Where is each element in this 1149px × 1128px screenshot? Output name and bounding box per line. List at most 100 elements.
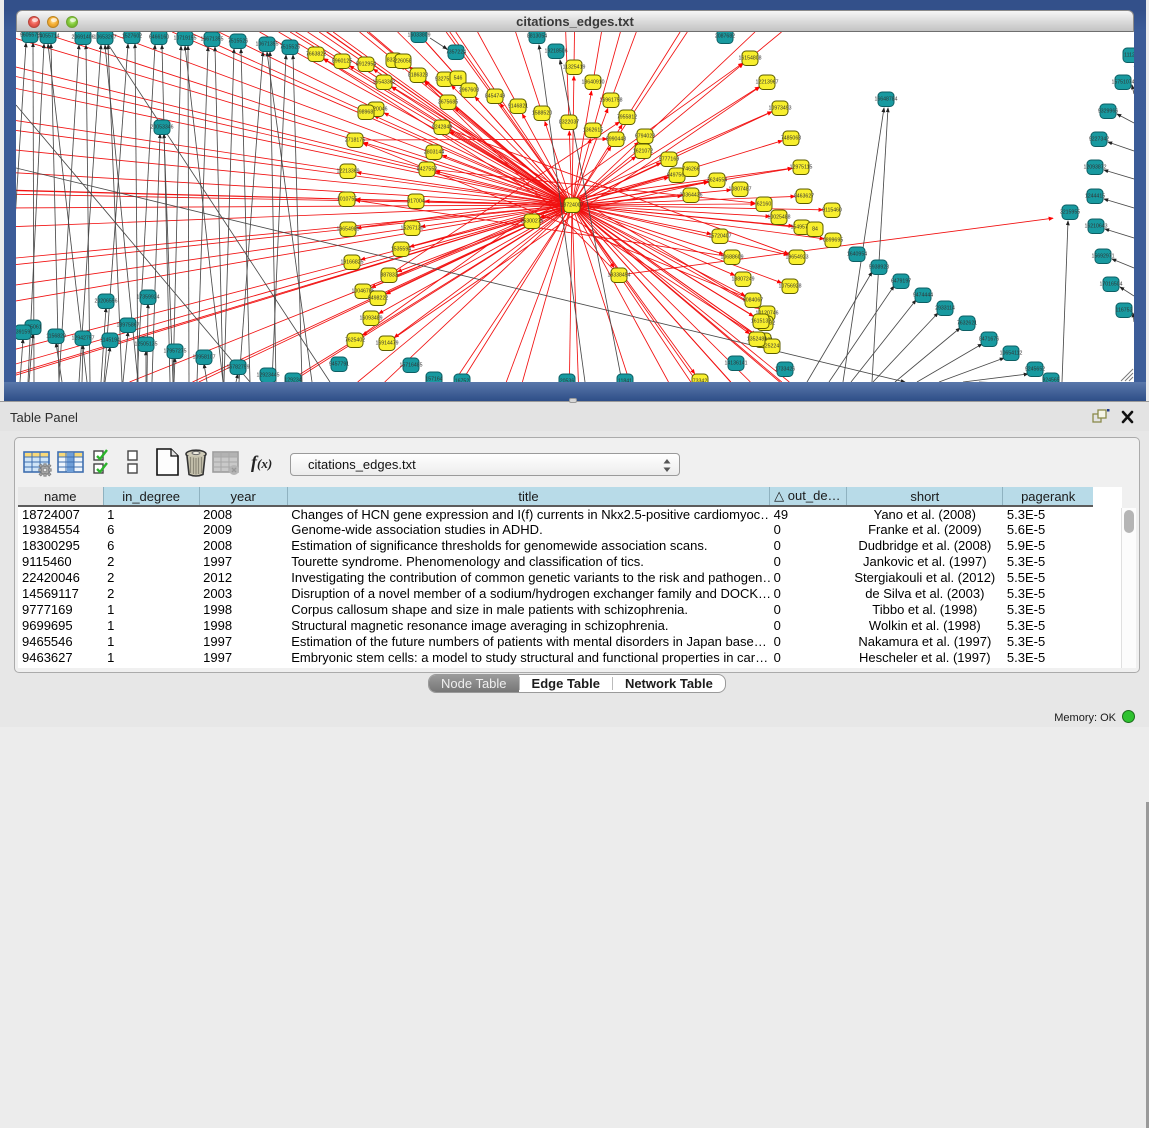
svg-text:39159: 39159 <box>16 330 30 336</box>
svg-text:62160: 62160 <box>757 202 772 208</box>
svg-text:25300275: 25300275 <box>520 219 543 225</box>
svg-text:2718176: 2718176 <box>345 138 365 144</box>
svg-text:18724007: 18724007 <box>560 203 583 209</box>
svg-text:9463627: 9463627 <box>794 194 814 200</box>
svg-text:16093489: 16093489 <box>359 316 382 322</box>
svg-text:11123: 11123 <box>1124 53 1134 59</box>
svg-text:1352481: 1352481 <box>747 337 767 343</box>
svg-text:1527602: 1527602 <box>122 34 142 40</box>
svg-text:10025488: 10025488 <box>767 215 790 221</box>
svg-text:16154808: 16154808 <box>738 56 761 62</box>
svg-text:8471676: 8471676 <box>979 337 999 343</box>
svg-text:1156829: 1156829 <box>46 334 66 340</box>
svg-text:3624554: 3624554 <box>707 178 727 184</box>
svg-text:10958107: 10958107 <box>192 355 215 361</box>
svg-text:9457791: 9457791 <box>329 362 349 368</box>
svg-text:226058: 226058 <box>394 59 411 65</box>
svg-text:7955812: 7955812 <box>617 115 637 121</box>
svg-text:0899695: 0899695 <box>823 238 843 244</box>
svg-text:1615132: 1615132 <box>751 319 771 325</box>
svg-text:15720407: 15720407 <box>708 234 731 240</box>
svg-text:7515526: 7515526 <box>228 39 248 45</box>
svg-text:5938923: 5938923 <box>869 265 889 271</box>
svg-text:12923445: 12923445 <box>256 373 279 379</box>
svg-text:8990448: 8990448 <box>606 137 626 143</box>
svg-text:16671355: 16671355 <box>200 37 223 43</box>
svg-text:10671355: 10671355 <box>255 42 278 48</box>
svg-text:19654923: 19654923 <box>785 255 808 261</box>
svg-text:1535594: 1535594 <box>391 247 411 253</box>
svg-text:16543362: 16543362 <box>372 80 395 86</box>
svg-text:12975115: 12975115 <box>790 165 813 171</box>
svg-text:7625402: 7625402 <box>345 338 365 344</box>
svg-text:10807487: 10807487 <box>728 187 751 193</box>
svg-text:10688609: 10688609 <box>720 255 743 261</box>
svg-text:2087682: 2087682 <box>715 34 735 40</box>
svg-text:7663822: 7663822 <box>306 52 326 58</box>
svg-text:18807249: 18807249 <box>731 277 754 283</box>
svg-text:924565: 924565 <box>1042 378 1059 383</box>
svg-text:1010755: 1010755 <box>337 197 357 203</box>
svg-text:16752: 16752 <box>455 379 470 383</box>
svg-text:20206556: 20206556 <box>94 299 117 305</box>
svg-text:9115460: 9115460 <box>822 208 842 214</box>
svg-text:73342: 73342 <box>693 379 708 383</box>
svg-text:8322037: 8322037 <box>559 120 579 126</box>
svg-text:9227342: 9227342 <box>1089 137 1109 143</box>
svg-text:10653267: 10653267 <box>93 35 116 41</box>
svg-text:116753: 116753 <box>1116 308 1133 314</box>
svg-text:8912954: 8912954 <box>356 62 376 68</box>
svg-text:8813054: 8813054 <box>527 34 547 40</box>
svg-text:129234: 129234 <box>284 378 301 383</box>
svg-text:7357224: 7357224 <box>446 50 466 56</box>
svg-text:84: 84 <box>812 227 818 233</box>
svg-text:1640954: 1640954 <box>847 252 867 258</box>
svg-text:14136141: 14136141 <box>724 361 747 367</box>
svg-text:19166825: 19166825 <box>340 260 363 266</box>
svg-text:817004: 817004 <box>407 199 424 205</box>
svg-text:1621072: 1621072 <box>633 149 653 155</box>
svg-text:19338454: 19338454 <box>607 273 630 279</box>
svg-text:887833: 887833 <box>380 273 397 279</box>
svg-text:9084067: 9084067 <box>743 298 763 304</box>
svg-text:15692971: 15692971 <box>1091 254 1114 260</box>
svg-text:17016504: 17016504 <box>1099 282 1122 288</box>
svg-text:17957275: 17957275 <box>163 349 186 355</box>
svg-text:8454749: 8454749 <box>485 94 505 100</box>
svg-text:1588520: 1588520 <box>532 111 552 117</box>
svg-text:12505135: 12505135 <box>134 342 157 348</box>
svg-text:9777169: 9777169 <box>659 157 679 163</box>
svg-text:8186323: 8186323 <box>408 73 428 79</box>
svg-text:11325419: 11325419 <box>563 65 586 71</box>
svg-text:10973493: 10973493 <box>768 106 791 112</box>
svg-text:6479197: 6479197 <box>891 279 911 285</box>
svg-text:19654985: 19654985 <box>336 227 359 233</box>
svg-text:18640910: 18640910 <box>581 80 604 86</box>
svg-text:9498222: 9498222 <box>368 296 388 302</box>
svg-text:11841: 11841 <box>618 379 632 383</box>
svg-text:19218506: 19218506 <box>544 49 567 55</box>
svg-text:7485063: 7485063 <box>781 136 801 142</box>
svg-text:13975867: 13975867 <box>116 323 139 329</box>
svg-text:3215955: 3215955 <box>1060 210 1080 216</box>
svg-text:746266: 746266 <box>682 167 699 173</box>
svg-text:20691406: 20691406 <box>71 35 94 41</box>
svg-text:546: 546 <box>454 76 463 82</box>
svg-text:7515526: 7515526 <box>280 45 300 51</box>
svg-text:14055714: 14055714 <box>36 34 59 40</box>
svg-text:16961758: 16961758 <box>599 98 622 104</box>
svg-text:12213967: 12213967 <box>755 80 778 86</box>
svg-text:2967608: 2967608 <box>459 88 479 94</box>
svg-text:15751074: 15751074 <box>1111 80 1134 86</box>
svg-text:8427552: 8427552 <box>417 167 437 173</box>
svg-text:16210643: 16210643 <box>1084 224 1107 230</box>
svg-text:1733426: 1733426 <box>775 367 795 373</box>
svg-text:9474444: 9474444 <box>913 293 933 299</box>
svg-text:6794028: 6794028 <box>635 134 655 140</box>
svg-text:17359924: 17359924 <box>136 295 159 301</box>
svg-text:10719155: 10719155 <box>173 36 196 42</box>
svg-text:8960125: 8960125 <box>332 59 352 65</box>
svg-text:12213369: 12213369 <box>336 169 359 175</box>
svg-text:1362615: 1362615 <box>583 128 603 134</box>
svg-text:9329966: 9329966 <box>1098 109 1118 115</box>
